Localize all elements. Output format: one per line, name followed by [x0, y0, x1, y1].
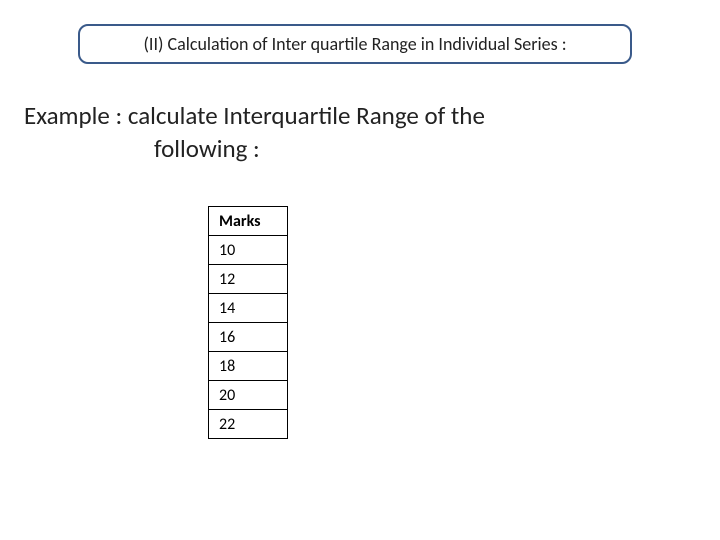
marks-table: Marks 10 12 14 16 18 20 22: [208, 206, 288, 439]
marks-cell: 22: [209, 410, 288, 439]
example-prompt: Example : calculate Interquartile Range …: [24, 100, 684, 165]
marks-cell: 12: [209, 265, 288, 294]
table-row: 14: [209, 294, 288, 323]
example-line-1: Example : calculate Interquartile Range …: [24, 100, 684, 133]
marks-cell: 14: [209, 294, 288, 323]
marks-cell: 10: [209, 236, 288, 265]
marks-cell: 16: [209, 323, 288, 352]
example-line-2: following :: [24, 133, 684, 166]
marks-header: Marks: [209, 207, 288, 236]
table-row: 20: [209, 381, 288, 410]
section-title-box: (II) Calculation of Inter quartile Range…: [78, 24, 632, 64]
table-row: 16: [209, 323, 288, 352]
table-row: 12: [209, 265, 288, 294]
marks-cell: 20: [209, 381, 288, 410]
section-title-text: (II) Calculation of Inter quartile Range…: [143, 33, 566, 55]
table-row: 10: [209, 236, 288, 265]
marks-cell: 18: [209, 352, 288, 381]
table-row: 22: [209, 410, 288, 439]
table-row: 18: [209, 352, 288, 381]
